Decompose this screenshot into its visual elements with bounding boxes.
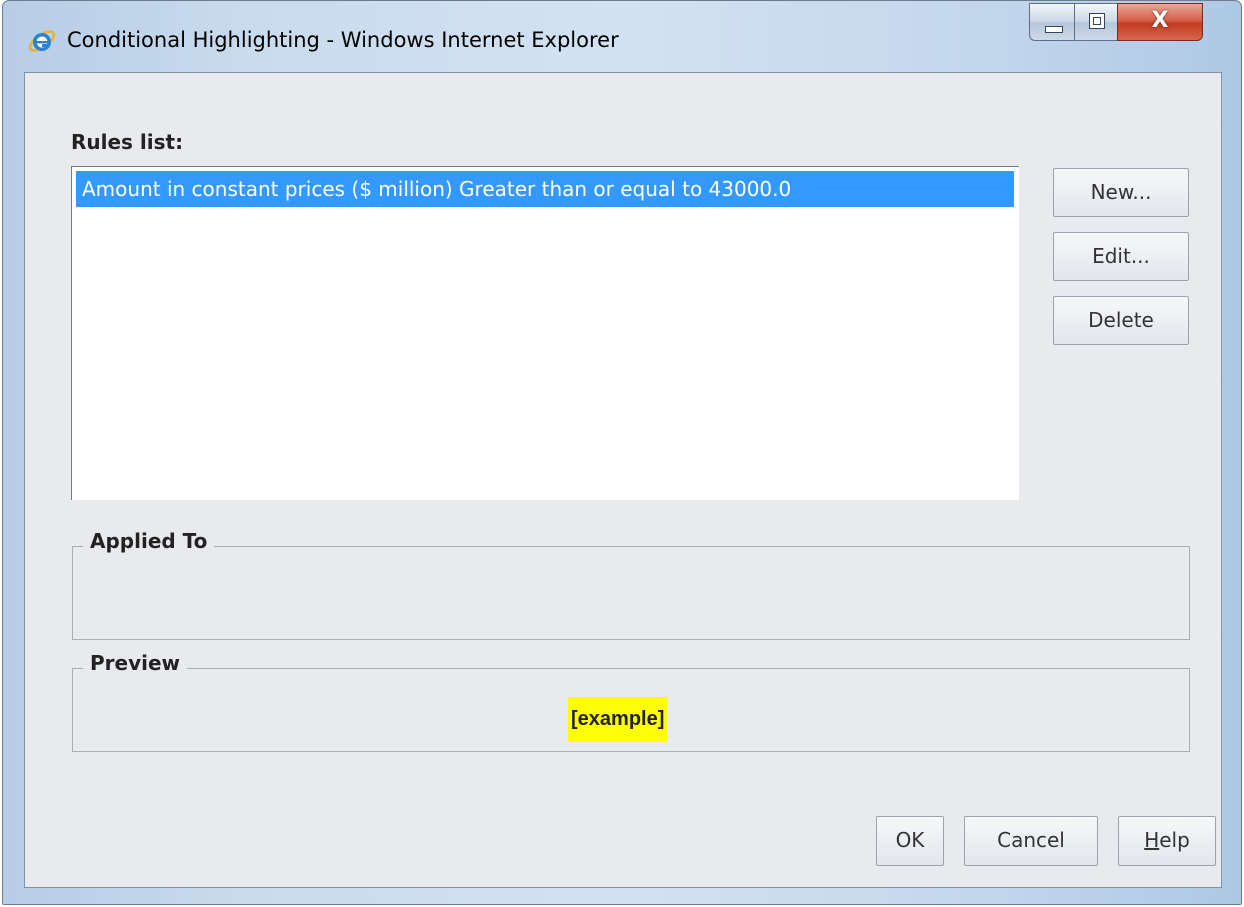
maximize-button[interactable] [1074,3,1118,41]
rules-listbox[interactable]: Amount in constant prices ($ million) Gr… [71,166,1019,500]
rule-list-item[interactable]: Amount in constant prices ($ million) Gr… [76,171,1014,207]
minimize-icon [1045,26,1063,33]
close-button[interactable]: X [1117,3,1203,41]
applied-to-legend: Applied To [83,529,215,553]
preview-group: Preview [example] [72,651,1190,752]
edit-rule-button[interactable]: Edit... [1053,232,1189,281]
dialog-window: Conditional Highlighting - Windows Inter… [2,0,1242,905]
applied-to-group: Applied To [72,529,1190,640]
preview-legend: Preview [83,651,188,675]
dialog-body: Rules list: Amount in constant prices ($… [24,72,1222,888]
close-icon: X [1151,8,1169,33]
minimize-button[interactable] [1029,3,1075,41]
preview-sample-text: [example] [568,697,668,742]
help-mnemonic: H [1144,828,1160,852]
title-bar[interactable]: Conditional Highlighting - Windows Inter… [3,1,1241,73]
rules-list-label: Rules list: [71,130,184,154]
ok-button[interactable]: OK [876,816,944,866]
new-rule-button[interactable]: New... [1053,168,1189,217]
help-button[interactable]: Help [1118,816,1216,866]
help-label-rest: elp [1159,828,1190,852]
internet-explorer-icon [28,30,56,52]
delete-rule-button[interactable]: Delete [1053,296,1189,345]
maximize-icon [1089,13,1105,29]
window-title: Conditional Highlighting - Windows Inter… [67,28,619,52]
cancel-button[interactable]: Cancel [964,816,1098,866]
